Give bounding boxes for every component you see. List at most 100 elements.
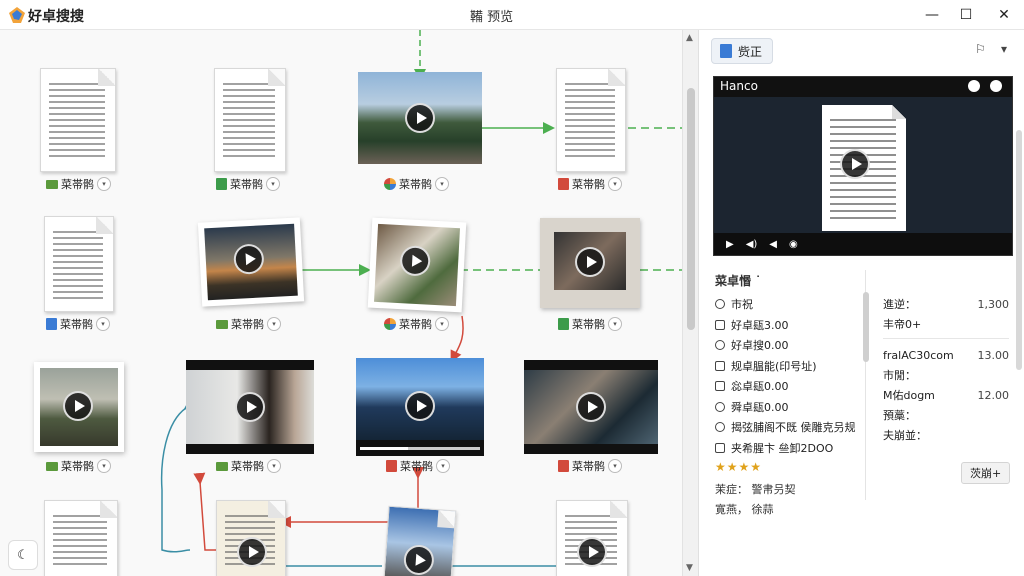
- scroll-up-icon[interactable]: ▲: [686, 33, 693, 43]
- title-bar: 好卓搜搜 鞴 预览 — ☐ ✕: [0, 0, 1024, 30]
- stat-key: fralAC30com: [883, 348, 954, 362]
- meta-row-text: 揭弦脯阁不既 侯雕克叧规: [731, 421, 856, 435]
- checkbox-icon[interactable]: [715, 442, 725, 453]
- document-thumbnail[interactable]: [44, 500, 118, 576]
- player-controls[interactable]: ▶ ◀) ◀ ◉: [714, 233, 1012, 255]
- node-label-text: 菜帯鹘: [572, 460, 605, 473]
- play-icon[interactable]: [405, 103, 435, 133]
- chevron-down-icon[interactable]: ▾: [608, 317, 622, 331]
- node-label-text: 菜帯鹘: [231, 460, 264, 473]
- player-title-bar: Hanco: [714, 77, 1012, 97]
- document-thumbnail[interactable]: [44, 216, 114, 312]
- play-icon[interactable]: [577, 537, 607, 567]
- video-controls[interactable]: [360, 444, 480, 452]
- play-icon[interactable]: [235, 392, 265, 422]
- sheet-icon: [558, 318, 569, 330]
- red-file-icon: [386, 460, 397, 472]
- play-icon[interactable]: [575, 247, 605, 277]
- chevron-down-icon[interactable]: ▾: [267, 317, 281, 331]
- chevron-down-icon[interactable]: ▾: [608, 177, 622, 191]
- video-thumbnail[interactable]: [524, 360, 658, 454]
- meta-row: 市祝: [715, 294, 865, 315]
- volume-icon[interactable]: ◀): [746, 239, 758, 250]
- node-label-text: 菜帯鹘: [60, 318, 93, 331]
- close-button[interactable]: ✕: [990, 4, 1018, 26]
- speaker-icon[interactable]: ◀: [769, 239, 777, 250]
- play-icon[interactable]: [63, 391, 93, 421]
- metadata-scrollbar[interactable]: [863, 292, 869, 362]
- stat-key: 市閒：: [883, 369, 916, 382]
- more-icon[interactable]: ▾: [1001, 42, 1007, 56]
- video-player[interactable]: Hanco ▶ ◀) ◀ ◉: [713, 76, 1013, 256]
- chevron-down-icon[interactable]: ▾: [435, 177, 449, 191]
- stat-row: 進逆： 1,300: [883, 294, 1009, 314]
- stat-row: 市閒：: [883, 365, 1009, 385]
- node-label-text: 菜帯鹘: [231, 318, 264, 331]
- checkbox-icon[interactable]: [715, 360, 725, 371]
- add-button[interactable]: 茨崩+: [961, 462, 1011, 484]
- chevron-down-icon[interactable]: ▾: [97, 459, 111, 473]
- chevron-down-icon[interactable]: ▾: [608, 459, 622, 473]
- meta-row: 好卓搜0.00: [715, 335, 865, 356]
- node-label-text: 菜帯鹘: [61, 178, 94, 191]
- document-thumbnail[interactable]: [383, 505, 457, 576]
- video-thumbnail[interactable]: [34, 362, 124, 452]
- phone-icon: [715, 422, 725, 433]
- red-file-icon: [558, 460, 569, 472]
- stat-key: 進逆：: [883, 298, 916, 311]
- window-title: 鞴 预览: [470, 10, 514, 25]
- document-thumbnail[interactable]: [556, 68, 626, 172]
- graph-canvas[interactable]: 菜帯鹘 ▾ 菜帯鹘 ▾ 菜帯鹘 ▾ 菜帯鹘 ▾ 菜帯鹘 ▾ 菜帯鹘 ▾ 菜帯鹘 ▾ 菜帯鹘 ▾ …: [0, 30, 682, 576]
- video-thumbnail[interactable]: [356, 358, 484, 456]
- document-tab-label: 赀正: [738, 44, 763, 59]
- video-thumbnail[interactable]: [197, 217, 305, 307]
- pin-icon[interactable]: ⚐: [975, 42, 986, 56]
- meta-row: 好卓瓺3.00: [715, 315, 865, 336]
- app-logo-icon: [9, 7, 25, 23]
- settings-icon[interactable]: ◉: [789, 239, 798, 250]
- chevron-down-icon[interactable]: ▾: [267, 459, 281, 473]
- play-control-icon[interactable]: ▶: [726, 239, 734, 250]
- preview-panel: 赀正 ⚐ ▾ Hanco ▶ ◀) ◀ ◉ 菜卓惽 ˙ 市祝 好卓瓺3.00 好…: [698, 30, 1024, 576]
- folder-icon: [46, 179, 58, 189]
- document-thumbnail[interactable]: [214, 68, 286, 172]
- play-icon[interactable]: [840, 149, 870, 179]
- chevron-down-icon[interactable]: ▾: [266, 177, 280, 191]
- video-thumbnail[interactable]: [367, 217, 467, 313]
- play-icon[interactable]: [405, 391, 435, 421]
- document-thumbnail[interactable]: [216, 500, 286, 576]
- sidebar-toggle-button[interactable]: ☾: [8, 540, 38, 570]
- video-thumbnail[interactable]: [186, 360, 314, 454]
- scroll-down-icon[interactable]: ▼: [686, 563, 693, 573]
- multi-icon: [384, 318, 396, 330]
- calendar-icon: [715, 319, 725, 330]
- stat-row: fralAC30com 13.00: [883, 345, 1009, 365]
- chevron-down-icon[interactable]: ▾: [435, 317, 449, 331]
- stat-key: 丰帝0+: [883, 318, 922, 331]
- stat-row: M佑dogm 12.00: [883, 385, 1009, 405]
- canvas-scrollbar[interactable]: ▲ ▼: [682, 30, 698, 576]
- chevron-down-icon[interactable]: ▾: [96, 317, 110, 331]
- video-thumbnail[interactable]: [358, 72, 482, 164]
- document-thumbnail[interactable]: [556, 500, 628, 576]
- node-label: 菜帯鹘 ▾: [216, 458, 281, 474]
- maximize-button[interactable]: ☐: [952, 4, 980, 26]
- node-label: 菜帯鹘 ▾: [216, 316, 281, 332]
- video-thumbnail[interactable]: [540, 218, 640, 308]
- play-icon[interactable]: [237, 537, 267, 567]
- stat-value: 1,300: [977, 297, 1010, 311]
- play-icon[interactable]: [576, 392, 606, 422]
- tag-icon: [715, 299, 725, 310]
- rating-stars[interactable]: ★★★★: [715, 460, 762, 474]
- document-tab[interactable]: 赀正: [711, 38, 774, 64]
- scrollbar-thumb[interactable]: [687, 88, 695, 330]
- time-icon: [715, 401, 725, 412]
- lock-icon[interactable]: [990, 80, 1002, 92]
- minimize-button[interactable]: —: [918, 4, 946, 26]
- document-thumbnail[interactable]: [40, 68, 116, 172]
- chevron-down-icon[interactable]: ▾: [436, 459, 450, 473]
- clock-icon[interactable]: [968, 80, 980, 92]
- chevron-down-icon[interactable]: ▾: [97, 177, 111, 191]
- node-label: 菜帯鹘 ▾: [384, 316, 449, 332]
- panel-scrollbar[interactable]: [1016, 130, 1022, 370]
